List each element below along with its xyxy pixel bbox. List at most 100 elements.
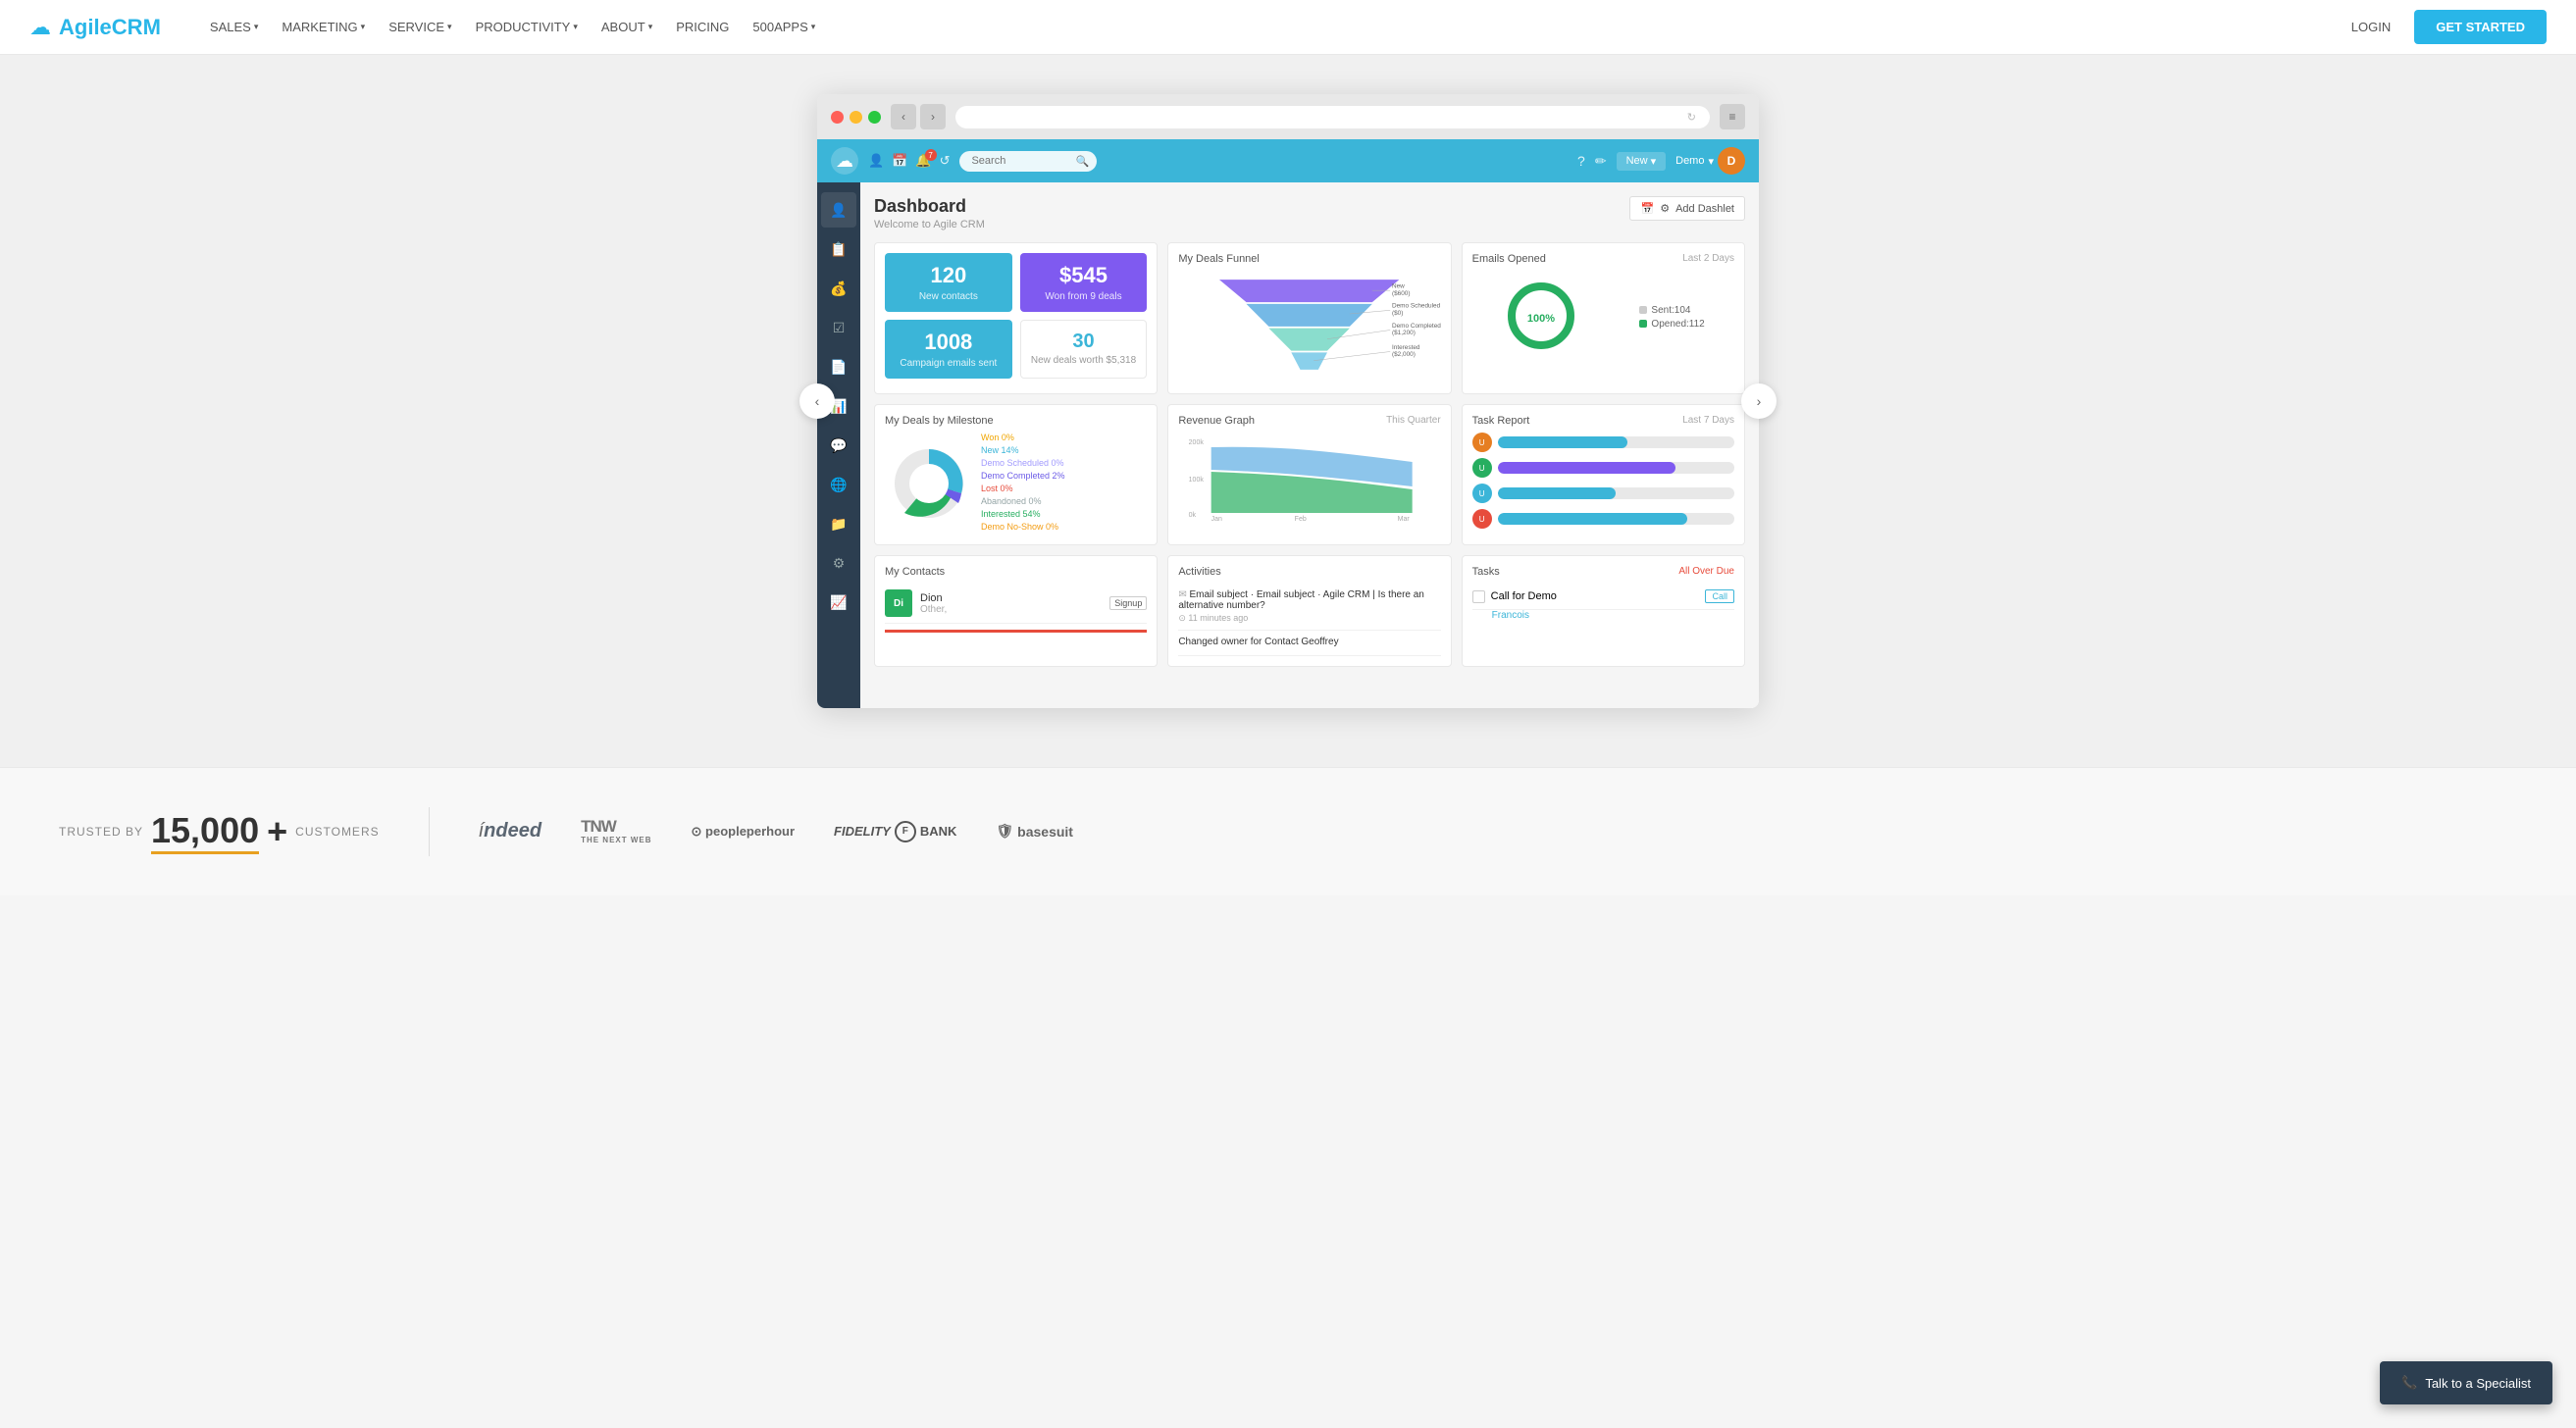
- contacts-icon[interactable]: 👤: [868, 153, 884, 169]
- carousel-prev-button[interactable]: ‹: [799, 383, 835, 419]
- milestone-abandoned: Abandoned 0%: [981, 496, 1147, 506]
- legend-opened: Opened:112: [1639, 319, 1704, 330]
- task-bar-row-3: U: [1472, 484, 1734, 503]
- nav-item-pricing[interactable]: PRICING: [666, 12, 739, 42]
- login-button[interactable]: LOGIN: [2340, 14, 2402, 40]
- pph-logo: ⊙ peopleperhour: [692, 824, 796, 840]
- svg-text:($2,000): ($2,000): [1392, 351, 1416, 358]
- milestone-new: New 14%: [981, 445, 1147, 455]
- sidebar-item-deals[interactable]: 💰: [821, 271, 856, 306]
- new-deals-label: New deals worth $5,318: [1031, 355, 1137, 366]
- browser-forward-button[interactable]: ›: [920, 104, 946, 129]
- emails-content: 100% Sent:104: [1472, 271, 1734, 366]
- notification-icon[interactable]: 🔔7: [915, 153, 931, 169]
- svg-text:New: New: [1392, 282, 1405, 289]
- indeed-logo: índeed: [479, 820, 541, 842]
- task-bar-row-2: U: [1472, 458, 1734, 478]
- contact-sub: Other,: [920, 604, 947, 615]
- contacts-title: My Contacts: [885, 566, 1147, 578]
- sidebar-item-analytics[interactable]: 📈: [821, 585, 856, 620]
- nav-item-about[interactable]: ABOUT▾: [592, 12, 662, 42]
- donut-chart: 100%: [1502, 277, 1580, 360]
- activities-dashlet: Activities ✉ Email subject · Email subje…: [1167, 555, 1451, 667]
- milestone-interested: Interested 54%: [981, 509, 1147, 519]
- crm-logo-icon: ☁: [831, 147, 858, 175]
- sidebar-item-pages[interactable]: 📁: [821, 506, 856, 541]
- sidebar-item-chat[interactable]: 💬: [821, 428, 856, 463]
- trusted-by-text: TRUSTED BY: [59, 825, 143, 839]
- history-icon[interactable]: ↺: [940, 153, 951, 169]
- svg-text:100k: 100k: [1189, 477, 1205, 484]
- task-item-1: Call for Demo Call: [1472, 584, 1734, 610]
- contact-avatar: Di: [885, 589, 912, 617]
- campaign-label: Campaign emails sent: [895, 358, 1003, 369]
- nav-item-sales[interactable]: SALES▾: [200, 12, 268, 42]
- task-bar-fill-4: [1498, 513, 1687, 525]
- dot-green[interactable]: [868, 111, 881, 124]
- dashboard-header: Dashboard Welcome to Agile CRM 📅 ⚙ Add D…: [874, 196, 1745, 230]
- crm-search-bar[interactable]: 🔍: [959, 151, 1097, 172]
- dot-yellow[interactable]: [850, 111, 862, 124]
- nav-item-productivity[interactable]: PRODUCTIVITY▾: [466, 12, 588, 42]
- task-user-avatar-1: U: [1472, 433, 1492, 452]
- trusted-number: 15,000: [151, 810, 259, 854]
- user-menu[interactable]: Demo▾ D: [1675, 147, 1745, 175]
- nav-links: SALES▾ MARKETING▾ SERVICE▾ PRODUCTIVITY▾…: [200, 12, 2340, 42]
- svg-text:Demo Scheduled: Demo Scheduled: [1392, 303, 1440, 310]
- contact-bar: [885, 630, 1147, 633]
- won-deals-card: $545 Won from 9 deals: [1020, 253, 1148, 312]
- browser-address-bar[interactable]: ↻: [955, 106, 1710, 128]
- contact-info: Dion Other,: [920, 592, 947, 615]
- task-user-avatar-4: U: [1472, 509, 1492, 529]
- edit-icon[interactable]: ✏: [1595, 153, 1607, 170]
- carousel-next-button[interactable]: ›: [1741, 383, 1777, 419]
- dashlets-row-3: My Contacts Di Dion Other, Signup: [874, 555, 1745, 667]
- contacts-dashlet: My Contacts Di Dion Other, Signup: [874, 555, 1158, 667]
- nav-item-500apps[interactable]: 500APPS▾: [743, 12, 825, 42]
- get-started-button[interactable]: GET STARTED: [2414, 10, 2547, 44]
- nav-item-marketing[interactable]: MARKETING▾: [272, 12, 375, 42]
- contact-tag: Signup: [1109, 596, 1147, 610]
- dashlets-row-1: 120 New contacts $545 Won from 9 deals 1…: [874, 242, 1745, 394]
- sidebar-item-tasks[interactable]: ☑: [821, 310, 856, 345]
- task-bar-row-4: U: [1472, 509, 1734, 529]
- contact-item: Di Dion Other, Signup: [885, 584, 1147, 624]
- svg-text:($0): ($0): [1392, 310, 1403, 317]
- task-checkbox[interactable]: [1472, 590, 1485, 603]
- sidebar-item-docs[interactable]: 📄: [821, 349, 856, 384]
- legend-dot-sent: [1639, 306, 1647, 314]
- crm-body: 👤 📋 💰 ☑ 📄 📊 💬 🌐 📁 ⚙ 📈: [817, 182, 1759, 708]
- search-input[interactable]: [971, 155, 1069, 167]
- milestone-demo-sched: Demo Scheduled 0%: [981, 458, 1147, 468]
- milestone-noshow: Demo No-Show 0%: [981, 522, 1147, 532]
- task-call-button[interactable]: Call: [1705, 589, 1734, 603]
- settings-icon-small: ⚙: [1660, 202, 1670, 215]
- specialist-button[interactable]: 📞 Talk to a Specialist: [2380, 1361, 2552, 1404]
- sidebar-item-globe[interactable]: 🌐: [821, 467, 856, 502]
- add-dashlet-button[interactable]: 📅 ⚙ Add Dashlet: [1629, 196, 1745, 221]
- sidebar-item-integrations[interactable]: ⚙: [821, 545, 856, 581]
- calendar-icon[interactable]: 📅: [892, 153, 907, 169]
- customers-text: CUSTOMERS: [295, 825, 379, 839]
- sidebar-item-dashboard[interactable]: 👤: [821, 192, 856, 228]
- crm-sidebar: 👤 📋 💰 ☑ 📄 📊 💬 🌐 📁 ⚙ 📈: [817, 182, 860, 708]
- milestone-content: Won 0% New 14% Demo Scheduled 0% Demo Co…: [885, 433, 1147, 535]
- milestone-lost: Lost 0%: [981, 484, 1147, 493]
- tnw-logo: TNW THE NEXT WEB: [581, 818, 651, 844]
- tasks-dashlet: Tasks All Over Due Call for Demo Call Fr…: [1462, 555, 1745, 667]
- svg-text:Mar: Mar: [1398, 516, 1411, 521]
- nav-item-service[interactable]: SERVICE▾: [379, 12, 461, 42]
- dot-red[interactable]: [831, 111, 844, 124]
- logo[interactable]: ☁ AgileCRM: [29, 15, 161, 40]
- browser-back-button[interactable]: ‹: [891, 104, 916, 129]
- search-icon: 🔍: [1075, 155, 1089, 168]
- task-bar-fill-1: [1498, 436, 1628, 448]
- email-legend: Sent:104 Opened:112: [1639, 305, 1704, 332]
- notification-badge: 7: [925, 149, 937, 161]
- milestone-demo-comp: Demo Completed 2%: [981, 471, 1147, 481]
- browser-menu-button[interactable]: ≡: [1720, 104, 1745, 129]
- new-button[interactable]: New▾: [1617, 152, 1667, 171]
- task-report-dashlet: Task Report Last 7 Days U: [1462, 404, 1745, 545]
- help-icon[interactable]: ?: [1577, 153, 1585, 169]
- sidebar-item-contacts[interactable]: 📋: [821, 231, 856, 267]
